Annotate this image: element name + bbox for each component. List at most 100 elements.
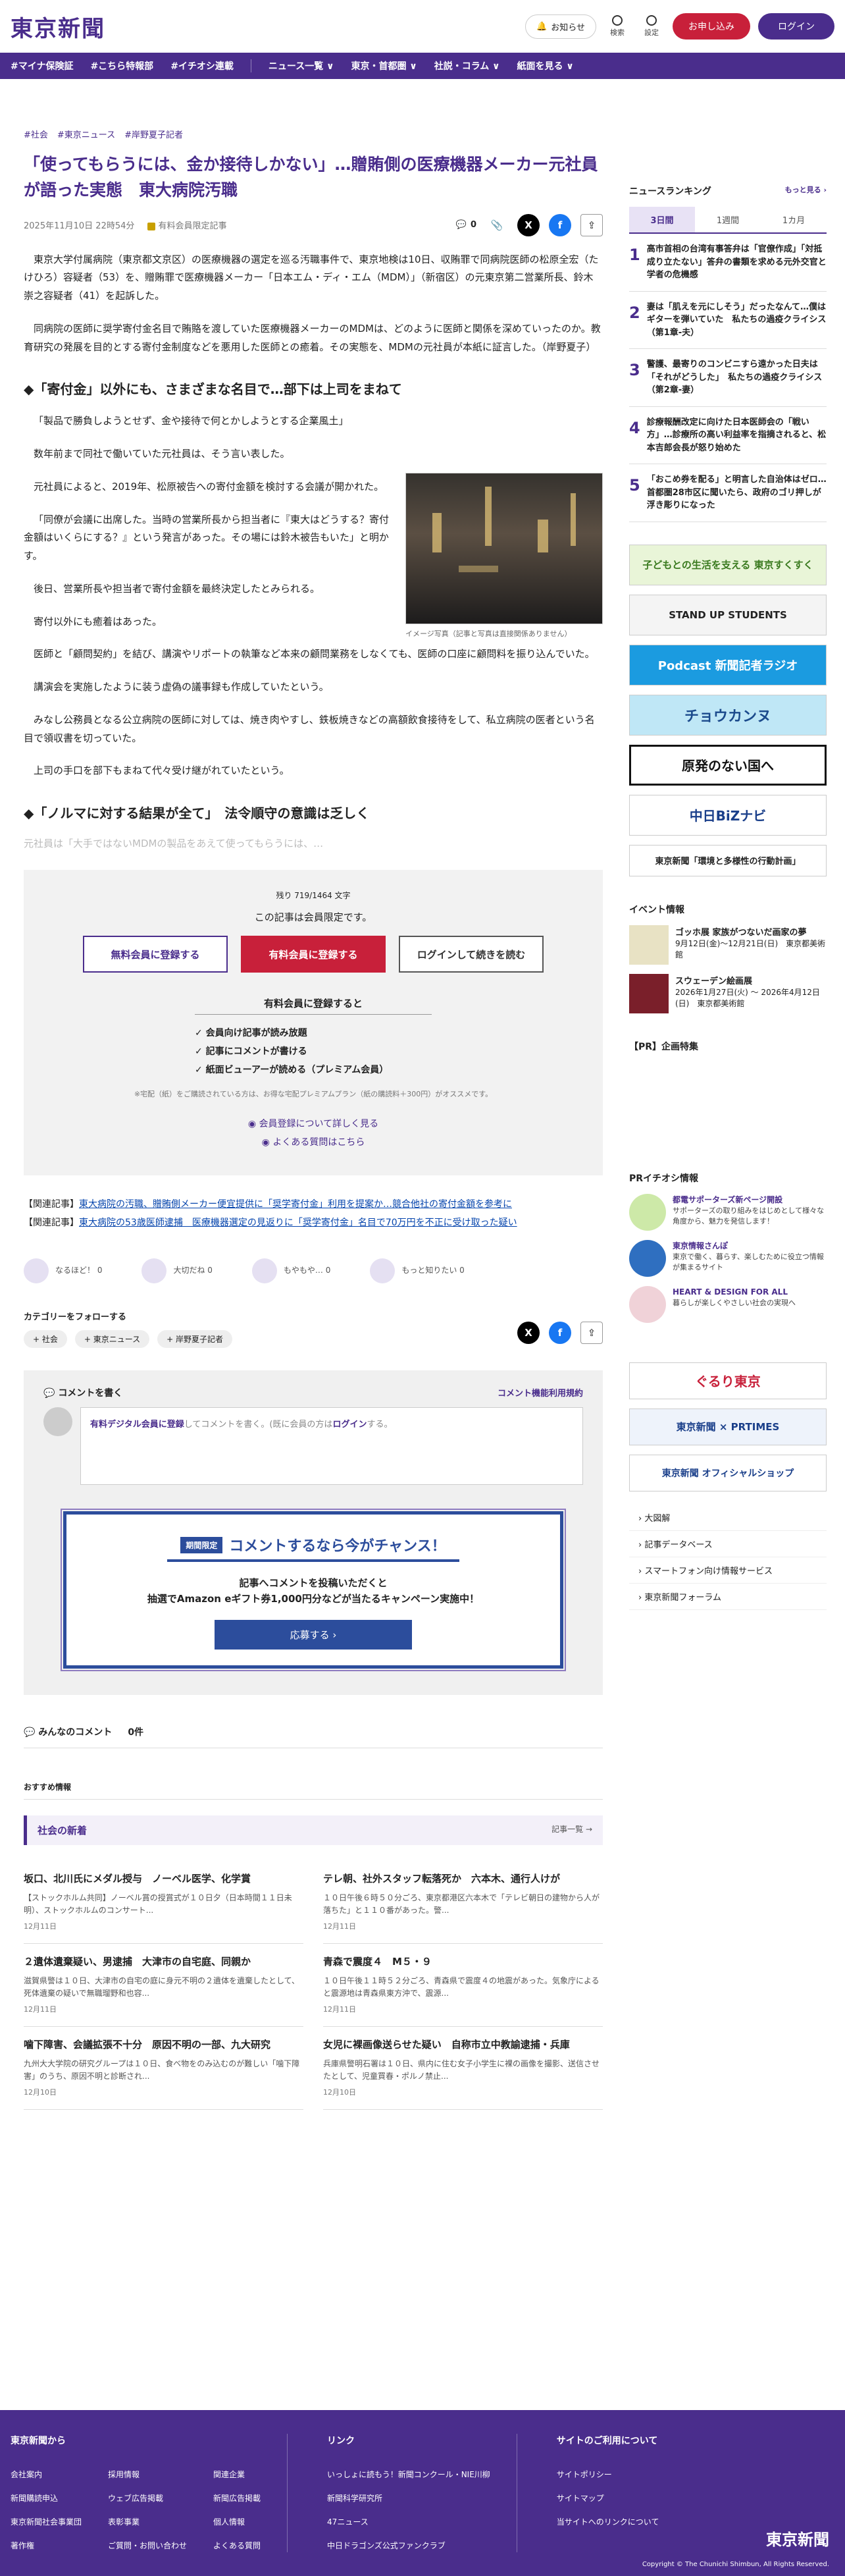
banner-genpatsu[interactable]: 原発のない国へ [629, 744, 827, 786]
search-button[interactable]: 検索 [604, 15, 630, 38]
ranking-item[interactable]: 1 高市首相の台湾有事答弁は「官僚作成」「対抵成り立たない」答弁の書類を求める元外… [629, 234, 827, 292]
news-card[interactable]: 女児に裸画像送らせた疑い 自称市立中教諭逮捕・兵庫 兵庫県警明石署は１０日、県内に… [323, 2027, 603, 2110]
comment-rules-link[interactable]: コメント機能利用規約 [498, 1386, 583, 1399]
related-link[interactable]: 東大病院の53歳医師逮捕 医療機器選定の見返りに「奨学寄付金」名目で70万円を不… [79, 1218, 517, 1228]
tab-1month[interactable]: 1カ月 [761, 207, 827, 232]
nav-item[interactable]: ニュース一覧 ∨ [269, 59, 334, 72]
reaction-button[interactable]: もっと知りたい 0 [370, 1258, 465, 1283]
nav-item[interactable]: 紙面を見る ∨ [517, 59, 574, 72]
article-list-link[interactable]: 記事一覧 → [551, 1823, 592, 1837]
footer-link[interactable]: 関連企業 [213, 2470, 245, 2479]
banner-standup[interactable]: STAND UP STUDENTS [629, 594, 827, 635]
pr-item[interactable]: 東京情報さんぽ 東京で働く、暮らす、楽しむために役立つ情報が集まるサイト [629, 1239, 827, 1277]
follow-chip[interactable]: + 東京ニュース [74, 1330, 150, 1348]
photo-image[interactable] [405, 472, 603, 624]
footer-link[interactable]: よくある質問 [213, 2541, 261, 2550]
ranking-item[interactable]: 2 妻は「肌えを元にしそう」だったなんて…僕はギターを弾いていた 私たちの過疫クラ… [629, 292, 827, 349]
banner-bizz[interactable]: 中日BiZナビ [629, 794, 827, 836]
footer-link[interactable]: 47ニュース [327, 2517, 369, 2527]
banner-gururi[interactable]: ぐるり東京 [629, 1362, 827, 1399]
reaction-label: もっと知りたい 0 [401, 1266, 465, 1275]
nav-item[interactable]: #こちら特報部 [90, 59, 153, 72]
banner-prtimes[interactable]: 東京新聞 × PRTIMES [629, 1408, 827, 1445]
footer-link[interactable]: 著作権 [11, 2541, 34, 2550]
nav-item[interactable]: 社説・コラム ∨ [434, 59, 500, 72]
event-item[interactable]: スウェーデン絵画展 2026年1月27日(火) 〜 2026年4月12日(日) 東… [629, 973, 827, 1013]
campaign-apply-button[interactable]: 応募する › [215, 1620, 412, 1650]
related-link[interactable]: 東大病院の汚職、贈賄側メーカー便宜提供に「奨学寄付金」利用を提案か…競合他社の寄… [79, 1199, 512, 1210]
facebook-share-icon[interactable]: f [549, 213, 571, 236]
footer-link[interactable]: 会社案内 [11, 2470, 42, 2479]
pr-item[interactable]: HEART & DESIGN FOR ALL 暮らしが楽しくやさしい社会の実現へ [629, 1285, 827, 1323]
footer-link[interactable]: 個人情報 [213, 2517, 245, 2527]
ranking-item[interactable]: 5 「おこめ券を配る」と明言した自治体はゼロ…首都圏28市区に聞いたら、政府のゴリ… [629, 464, 827, 522]
nav-item[interactable]: 東京・首都圏 ∨ [351, 59, 417, 72]
footer-link[interactable]: ご質問・お問い合わせ [108, 2541, 187, 2550]
news-card[interactable]: 噛下障害、会議拡張不十分 原因不明の一部、九大研究 九州大大学院の研究グループは１… [24, 2027, 303, 2110]
settings-button[interactable]: 設定 [638, 15, 665, 38]
nav-item[interactable]: #イチオシ連載 [170, 59, 234, 72]
share-icon[interactable]: ⇪ [580, 213, 603, 236]
faq-link[interactable]: ◉ よくある質問はこちら [83, 1133, 544, 1152]
footer-link[interactable]: ウェブ広告掲載 [108, 2494, 163, 2503]
free-register-button[interactable]: 無料会員に登録する [83, 936, 228, 973]
footer-link[interactable]: 東京新聞社会事業団 [11, 2517, 82, 2527]
side-link[interactable]: › 東京新聞フォーラム [629, 1584, 827, 1610]
membership-info-link[interactable]: ◉ 会員登録について詳しく見る [83, 1115, 544, 1133]
ranking-item[interactable]: 4 診療報酬改定に向けた日本医師会の「戦い方」…診療所の高い利益率を指摘されると、… [629, 407, 827, 464]
news-card[interactable]: 青森で震度４ M５・９ １０日午後１１時５２分ごろ、青森県で震度４の地震があった。… [323, 1944, 603, 2027]
footer-link[interactable]: いっしょに読もう！新聞コンクール・NIE川柳 [327, 2470, 490, 2479]
pr-item[interactable]: 都電サポーターズ新ページ開設 サポーターズの取り組みをはじめとして様々な角度から、… [629, 1193, 827, 1231]
footer-link[interactable]: サイトマップ [557, 2494, 604, 2503]
footer-link[interactable]: 新聞広告掲載 [213, 2494, 261, 2503]
ranking-more-link[interactable]: もっと見る › [785, 184, 827, 198]
tag-link[interactable]: #岸野夏子記者 [124, 128, 183, 140]
banner-radio[interactable]: Podcast 新聞記者ラジオ [629, 644, 827, 685]
follow-chip[interactable]: + 岸野夏子記者 [157, 1330, 233, 1348]
side-link[interactable]: › スマートフォン向け情報サービス [629, 1557, 827, 1584]
notice-button[interactable]: 🔔 お知らせ [525, 14, 596, 39]
footer-logo[interactable]: 東京新聞 [766, 2527, 829, 2550]
x-share-icon[interactable]: X [517, 1322, 540, 1344]
login-continue-button[interactable]: ログインして続きを読む [399, 936, 544, 973]
banner-chokanu[interactable]: チョウカンヌ [629, 694, 827, 736]
footer-link[interactable]: 当サイトへのリンクについて [557, 2517, 659, 2527]
share-icon[interactable]: ⇪ [580, 1322, 603, 1344]
tag-link[interactable]: #社会 [24, 128, 48, 140]
comment-input[interactable]: 有料デジタル会員に登録してコメントを書く。(既に会員の方はログインする。 [80, 1407, 583, 1485]
nav-item[interactable]: #マイナ保険証 [11, 59, 73, 72]
footer-link[interactable]: 中日ドラゴンズ公式ファンクラブ [327, 2541, 446, 2550]
tab-3days[interactable]: 3日間 [629, 207, 695, 232]
site-logo[interactable]: 東京新聞 [11, 11, 105, 43]
footer-link[interactable]: 採用情報 [108, 2470, 140, 2479]
apply-button[interactable]: お申し込み [673, 13, 750, 40]
footer-link[interactable]: 表彰事業 [108, 2517, 140, 2527]
event-item[interactable]: ゴッホ展 家族がつないだ画家の夢 9月12日(金)〜12月21日(日) 東京都美術… [629, 925, 827, 965]
news-card[interactable]: ２遺体遺棄疑い、男逮捕 大津市の自宅庭、同親か 滋賀県警は１０日、大津市の自宅の庭… [24, 1944, 303, 2027]
comment-count[interactable]: 💬 0 [456, 214, 476, 236]
reaction-button[interactable]: なるほど！ 0 [24, 1258, 102, 1283]
banner-sukusuku[interactable]: 子どもとの生活を支える 東京すくすく [629, 544, 827, 585]
ranking-item[interactable]: 3 警護、最寄りのコンビニすら遠かった日夫は「それがどうした」 私たちの過疫クライ… [629, 349, 827, 407]
reaction-button[interactable]: もやもや… 0 [251, 1258, 330, 1283]
side-link[interactable]: › 大図解 [629, 1505, 827, 1531]
clip-icon[interactable]: 📎 [486, 214, 508, 236]
facebook-share-icon[interactable]: f [549, 1322, 571, 1344]
footer-link[interactable]: 新聞科学研究所 [327, 2494, 382, 2503]
footer-link[interactable]: サイトポリシー [557, 2470, 612, 2479]
register-link[interactable]: 有料デジタル会員に登録 [90, 1420, 184, 1430]
banner-shop[interactable]: 東京新聞 オフィシャルショップ [629, 1454, 827, 1491]
side-link[interactable]: › 記事データベース [629, 1531, 827, 1557]
news-card[interactable]: 坂口、北川氏にメダル授与 ノーベル医学、化学賞 【ストックホルム共同】ノーベル賞の… [24, 1861, 303, 1944]
reaction-button[interactable]: 大切だね 0 [141, 1258, 213, 1283]
follow-chip[interactable]: + 社会 [24, 1330, 67, 1348]
tab-1week[interactable]: 1週間 [695, 207, 761, 232]
tag-link[interactable]: #東京ニュース [57, 128, 115, 140]
news-card[interactable]: テレ朝、社外スタッフ転落死か 六本木、通行人けが １０日午後６時５０分ごろ、東京都… [323, 1861, 603, 1944]
x-share-icon[interactable]: X [517, 213, 540, 236]
footer-link[interactable]: 新聞購読申込 [11, 2494, 58, 2503]
paid-register-button[interactable]: 有料会員に登録する [241, 936, 386, 973]
login-button[interactable]: ログイン [758, 13, 834, 40]
banner-diversity[interactable]: 東京新聞「環境と多様性の行動計画」 [629, 844, 827, 876]
login-link[interactable]: ログイン [332, 1420, 367, 1430]
